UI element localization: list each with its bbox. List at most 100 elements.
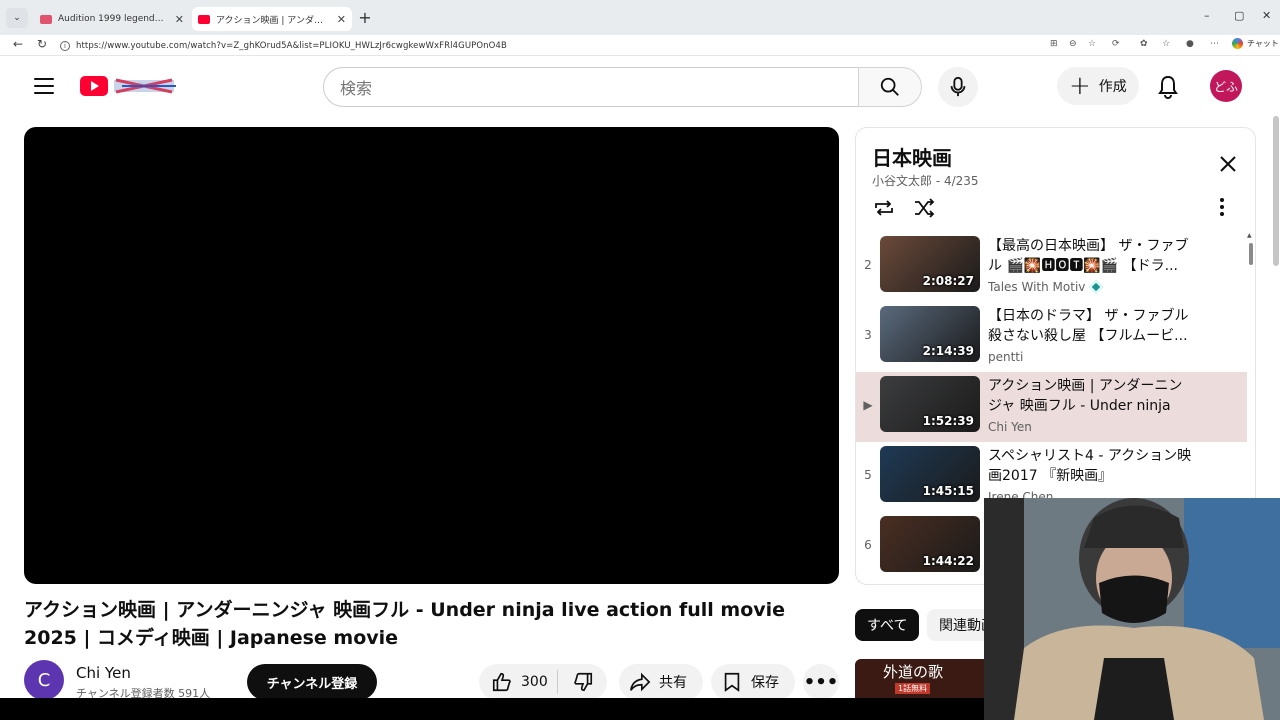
channel-name[interactable]: Chi Yen bbox=[76, 664, 131, 682]
profile-icon[interactable]: ● bbox=[1186, 39, 1194, 49]
close-window-button[interactable]: ✕ bbox=[1262, 9, 1271, 22]
notifications-bell-icon[interactable] bbox=[1156, 74, 1180, 100]
account-avatar[interactable]: どふ bbox=[1210, 70, 1242, 102]
shuffle-icon[interactable] bbox=[912, 196, 936, 220]
like-count: 300 bbox=[521, 674, 548, 690]
search-placeholder: 検索 bbox=[340, 79, 373, 98]
webcam-overlay bbox=[984, 498, 1280, 720]
playlist-item-index: 6 bbox=[864, 538, 872, 552]
youtube-favicon-icon bbox=[198, 14, 210, 24]
youtube-doodle-icon[interactable] bbox=[112, 76, 180, 96]
playlist-owner[interactable]: 小谷文太郎 bbox=[872, 174, 932, 188]
playlist-item-title[interactable]: スペシャリスト4 - アクション映画2017 『新映画』 bbox=[988, 446, 1196, 486]
tab-close-icon[interactable]: ✕ bbox=[175, 13, 184, 26]
playlist-position: 4/235 bbox=[943, 174, 979, 188]
playlist-item-title[interactable]: アクション映画 | アンダーニンジャ 映画フル - Under ninja li… bbox=[988, 376, 1196, 416]
tab-close-icon[interactable]: ✕ bbox=[337, 13, 346, 26]
browser-tab-audition[interactable]: Audition 1999 legendado - YouTub ✕ bbox=[34, 7, 190, 31]
youtube-favicon-icon bbox=[40, 14, 52, 24]
refresh-extension-icon[interactable]: ⟳ bbox=[1112, 39, 1120, 49]
video-player[interactable] bbox=[24, 127, 839, 584]
create-button[interactable]: + 作成 bbox=[1057, 67, 1139, 105]
tab-search-dropdown[interactable]: ⌄ bbox=[6, 8, 28, 28]
chat-label: チャット bbox=[1247, 39, 1279, 48]
like-button[interactable]: 300 bbox=[479, 664, 557, 698]
playlist-menu-icon[interactable] bbox=[1220, 198, 1224, 216]
playlist-title[interactable]: 日本映画 bbox=[872, 142, 952, 171]
playlist-item-title[interactable]: 【日本のドラマ】 ザ・ファブル 殺さない殺し屋 【フルムービ... bbox=[988, 306, 1196, 346]
playlist-item-thumbnail[interactable]: 2:08:27 bbox=[880, 236, 980, 292]
video-duration: 2:14:39 bbox=[922, 344, 974, 358]
loop-icon[interactable] bbox=[872, 196, 896, 220]
playlist-item-channel: Chi Yen bbox=[988, 420, 1032, 434]
subscriber-count: チャンネル登録者数 591人 bbox=[76, 687, 211, 698]
playlist-subtitle: 小谷文太郎 - 4/235 bbox=[872, 174, 979, 188]
search-input[interactable]: 検索 bbox=[323, 67, 859, 107]
favorite-star-icon[interactable]: ☆ bbox=[1088, 39, 1096, 49]
microphone-icon bbox=[950, 76, 966, 97]
save-label: 保存 bbox=[751, 675, 779, 691]
subscribe-button[interactable]: チャンネル登録 bbox=[247, 664, 377, 698]
thumb-badge: 1話無料 bbox=[895, 683, 931, 694]
video-duration: 1:45:15 bbox=[922, 484, 974, 498]
chip-all[interactable]: すべて bbox=[855, 609, 920, 641]
like-dislike-group: 300 bbox=[479, 664, 607, 698]
browser-tab-active[interactable]: アクション映画 | アンダーニンジャ 映画フ ✕ bbox=[192, 7, 352, 31]
close-playlist-icon[interactable] bbox=[1216, 152, 1240, 176]
playlist-item[interactable]: 2 2:08:27 【最高の日本映画】 ザ・ファブル 🎬🎇🅷🅾🆃🎇🎬 【ドラ..… bbox=[856, 232, 1247, 302]
playlist-item-title[interactable]: 【最高の日本映画】 ザ・ファブル 🎬🎇🅷🅾🆃🎇🎬 【ドラ... bbox=[988, 236, 1196, 276]
more-actions-button[interactable]: ••• bbox=[803, 664, 839, 698]
dislike-button[interactable] bbox=[558, 671, 607, 693]
channel-avatar[interactable]: C bbox=[24, 660, 64, 698]
playlist-scrollbar[interactable] bbox=[1249, 243, 1253, 265]
video-title: アクション映画 | アンダーニンジャ 映画フル - Under ninja li… bbox=[24, 599, 786, 649]
youtube-logo-icon[interactable] bbox=[80, 76, 108, 96]
copilot-chat-button[interactable]: チャット bbox=[1232, 38, 1279, 49]
share-label: 共有 bbox=[659, 675, 687, 691]
playlist-item-thumbnail[interactable]: 1:52:39 bbox=[880, 376, 980, 432]
url-text: https://www.youtube.com/watch?v=Z_ghKOru… bbox=[76, 40, 507, 51]
url-field[interactable]: i https://www.youtube.com/watch?v=Z_ghKO… bbox=[54, 37, 1110, 54]
save-button[interactable]: 保存 bbox=[711, 664, 795, 698]
playlist-item-thumbnail[interactable]: 1:45:15 bbox=[880, 446, 980, 502]
app-available-icon[interactable]: ⊞ bbox=[1050, 39, 1058, 49]
site-info-icon[interactable]: i bbox=[60, 40, 70, 51]
thumbs-up-icon bbox=[492, 672, 511, 692]
more-menu-icon[interactable]: ⋯ bbox=[1210, 39, 1219, 49]
tab-title: Audition 1999 legendado - YouTub bbox=[58, 14, 169, 24]
create-label: 作成 bbox=[1098, 79, 1127, 95]
minimize-button[interactable]: – bbox=[1204, 9, 1210, 22]
playlist-item-index: 3 bbox=[864, 328, 872, 342]
playlist-item[interactable]: ▶ 1:52:39 アクション映画 | アンダーニンジャ 映画フル - Unde… bbox=[856, 372, 1247, 442]
scroll-up-arrow-icon[interactable]: ▲ bbox=[1247, 232, 1252, 239]
playlist-item-channel-name: Chi Yen bbox=[988, 420, 1032, 434]
plus-icon: + bbox=[1069, 71, 1091, 101]
new-tab-button[interactable]: + bbox=[356, 8, 374, 27]
tab-title: アクション映画 | アンダーニンジャ 映画フ bbox=[216, 15, 331, 26]
favorites-icon[interactable]: ☆ bbox=[1162, 39, 1170, 49]
playlist-item[interactable]: 3 2:14:39 【日本のドラマ】 ザ・ファブル 殺さない殺し屋 【フルムービ… bbox=[856, 302, 1247, 372]
copilot-icon bbox=[1232, 38, 1243, 49]
recommended-video-thumbnail[interactable]: 外道の歌 1話無料 bbox=[855, 659, 987, 698]
search-icon bbox=[880, 77, 899, 96]
playlist-item-thumbnail[interactable]: 2:14:39 bbox=[880, 306, 980, 362]
playlist-item-index: ▶ bbox=[863, 398, 873, 412]
masthead: 検索 + 作成 どふ bbox=[0, 56, 1280, 116]
back-arrow-icon[interactable]: ← bbox=[10, 37, 26, 51]
menu-icon[interactable] bbox=[34, 78, 54, 94]
playlist-item-index: 2 bbox=[864, 258, 872, 272]
bookmark-icon bbox=[724, 672, 740, 692]
search-button[interactable] bbox=[858, 67, 922, 107]
voice-search-button[interactable] bbox=[938, 67, 978, 107]
thumbs-down-icon bbox=[573, 672, 592, 692]
playlist-item-thumbnail[interactable]: 1:44:22 bbox=[880, 516, 980, 572]
maximize-button[interactable]: ▢ bbox=[1234, 9, 1244, 22]
playlist-item-channel: pentti bbox=[988, 350, 1023, 364]
playlist-item-channel: Tales With Motiv bbox=[988, 279, 1104, 295]
reload-icon[interactable]: ↻ bbox=[34, 37, 50, 51]
playlist-item-channel-name: Tales With Motiv bbox=[988, 280, 1086, 294]
page-scrollbar[interactable] bbox=[1273, 116, 1279, 266]
zoom-icon[interactable]: ⊖ bbox=[1069, 39, 1077, 49]
share-button[interactable]: 共有 bbox=[619, 664, 703, 698]
extensions-icon[interactable]: ✿ bbox=[1140, 39, 1148, 49]
